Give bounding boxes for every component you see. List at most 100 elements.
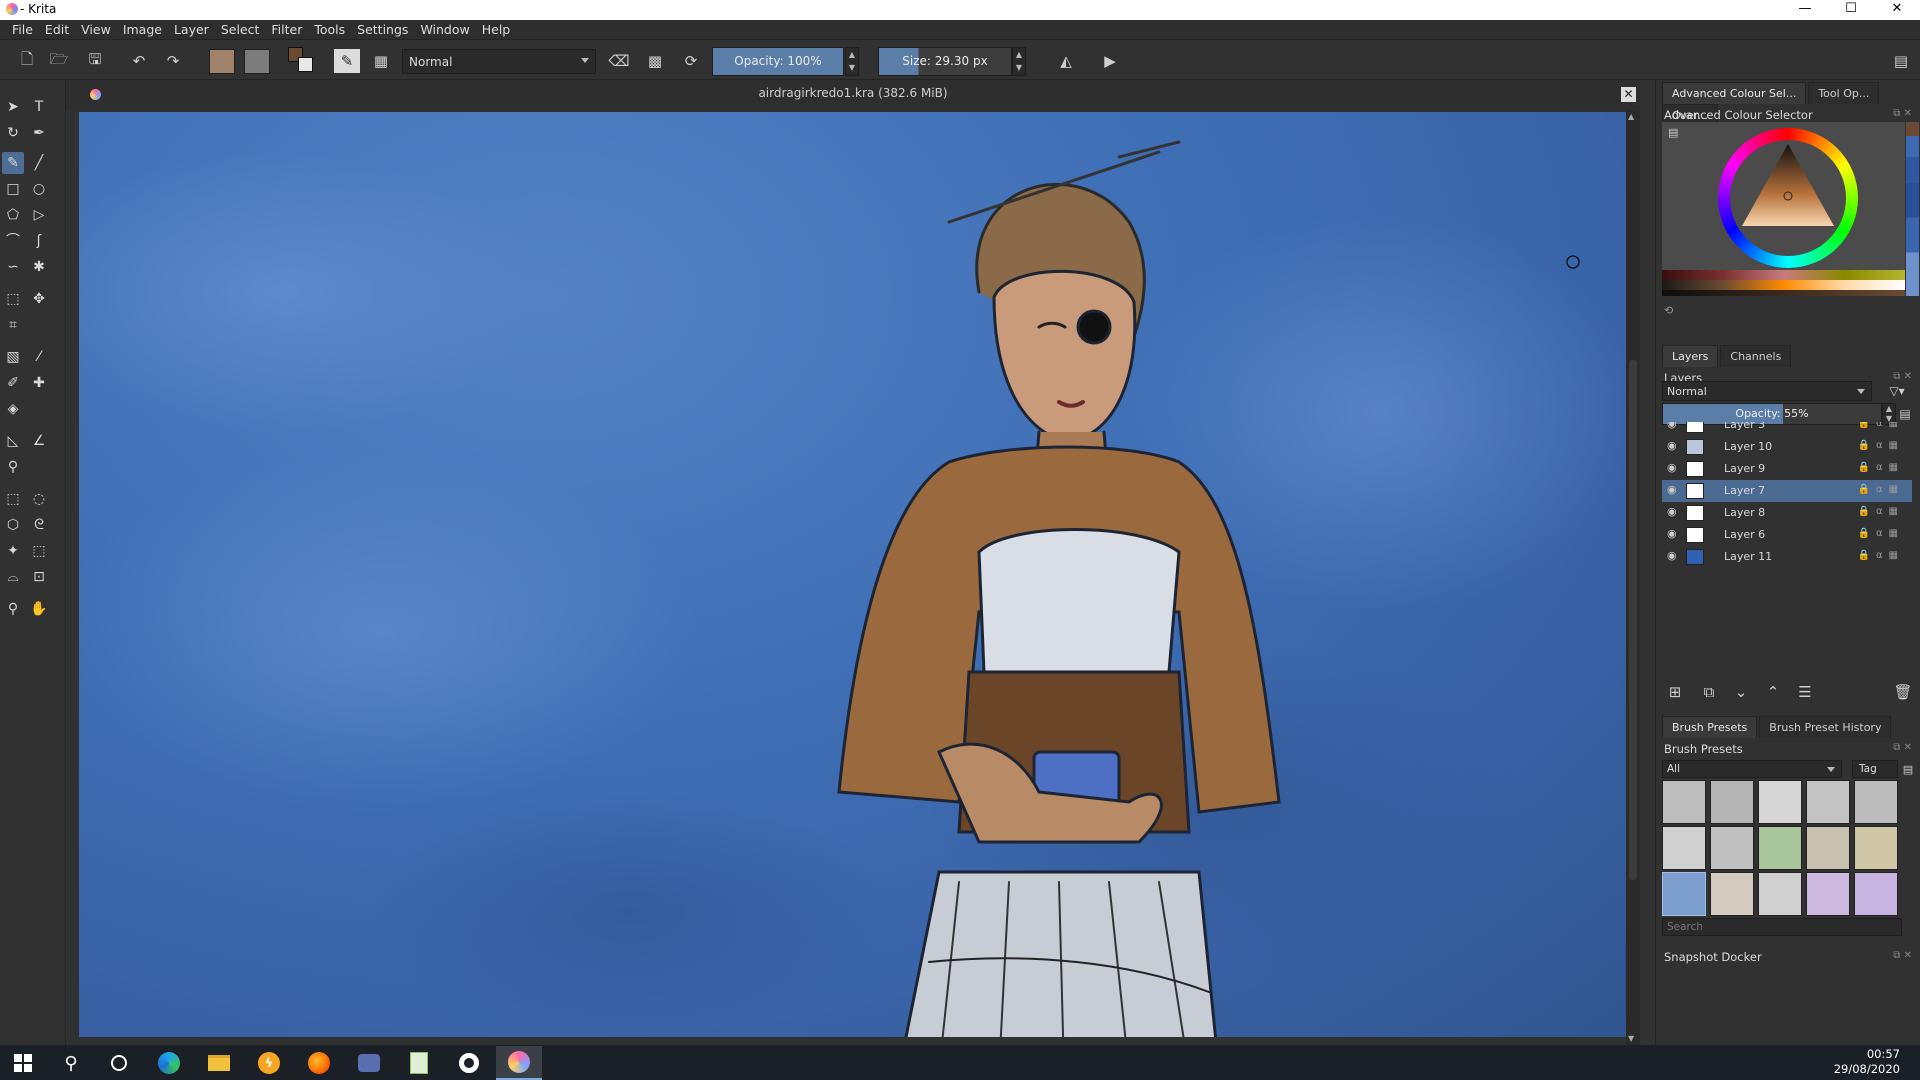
eye-icon[interactable]: ◉ [1667,484,1679,495]
eraser-mode-icon[interactable]: ⌫ [608,49,630,73]
brush-preset[interactable] [1758,872,1802,916]
system-clock[interactable]: 00:57 29/08/2020 [1834,1047,1900,1077]
save-icon[interactable]: 🖫 [84,49,106,73]
freehand-path-tool-icon[interactable]: ʃ [28,230,50,252]
colour-shade-bar[interactable] [1662,280,1905,290]
crop-tool-icon[interactable]: ⌗ [2,314,24,336]
layer-row[interactable]: ◉ Layer 11 🔒α▦ [1662,546,1912,568]
brush-preset[interactable] [1662,780,1706,824]
colour-patches-bar[interactable] [1662,290,1905,296]
bezier-select-tool-icon[interactable]: ⌓ [2,566,24,588]
layer-row[interactable]: ◉ Layer 3 🔒α▦ [1662,422,1912,436]
recent-colours-strip[interactable] [1906,122,1919,296]
docker-float-close-icon[interactable]: ⧉ ✕ [1888,742,1912,754]
edge-browser-icon[interactable] [146,1046,192,1080]
tab-channels[interactable]: Channels [1720,345,1792,367]
tab-layers[interactable]: Layers [1662,345,1719,367]
tab-tool-options[interactable]: Tool Op... [1808,82,1880,104]
brush-filter-select[interactable]: All [1662,760,1842,778]
layer-row-selected[interactable]: ◉ Layer 7 🔒α▦ [1662,480,1912,502]
tab-brush-presets[interactable]: Brush Presets [1662,716,1758,738]
layer-filter-icon[interactable]: ▽▾ [1882,381,1912,401]
fg-bg-color-selector[interactable] [288,47,314,74]
brush-preset-icon[interactable]: ✎ [334,49,360,73]
layer-lock-alpha-icons[interactable]: 🔒α▦ [1858,528,1905,539]
pattern-preset-icon[interactable] [244,49,270,74]
brush-editor-grid-icon[interactable]: ▦ [370,49,392,73]
start-button[interactable] [0,1046,46,1080]
layer-lock-alpha-icons[interactable]: 🔒α▦ [1858,506,1905,517]
advanced-colour-selector[interactable]: ▤ [1662,122,1905,296]
layer-lock-alpha-icons[interactable]: 🔒α▦ [1858,422,1905,429]
menu-image[interactable]: Image [117,20,168,37]
menu-layer[interactable]: Layer [168,20,215,37]
menu-filter[interactable]: Filter [265,20,308,37]
reference-tool-icon[interactable]: ⚲ [2,456,24,478]
undo-icon[interactable]: ↶ [128,49,150,73]
polyline-tool-icon[interactable]: ▷ [28,204,50,226]
eye-icon[interactable]: ◉ [1667,422,1679,429]
brush-preset[interactable] [1758,826,1802,870]
move-layer-up-icon[interactable]: ⌃ [1762,680,1784,704]
brush-preset[interactable] [1806,872,1850,916]
polygon-select-tool-icon[interactable]: ⬡ [2,514,24,536]
brush-preset-selected[interactable] [1662,872,1706,916]
eye-icon[interactable]: ◉ [1667,506,1679,517]
brush-search-input[interactable] [1662,918,1902,936]
brush-preset[interactable] [1854,872,1898,916]
line-tool-icon[interactable]: ╱ [28,152,50,174]
assistant-tool-icon[interactable]: ◺ [2,430,24,452]
mirror-vertical-icon[interactable]: ▶ [1098,49,1122,73]
eye-icon[interactable]: ◉ [1667,462,1679,473]
layer-lock-alpha-icons[interactable]: 🔒α▦ [1858,484,1905,495]
workspace-icon[interactable]: ▤ [1890,49,1912,73]
layer-lock-alpha-icons[interactable]: 🔒α▦ [1858,550,1905,561]
chat-app-icon[interactable] [346,1046,392,1080]
magnetic-select-tool-icon[interactable]: ⊡ [28,566,50,588]
text-tool-icon[interactable]: T [28,96,50,118]
edit-shapes-tool-icon[interactable]: ↻ [2,122,24,144]
transform-tool-icon[interactable]: ⬚ [2,288,24,310]
similar-select-tool-icon[interactable]: ⬚ [28,540,50,562]
eye-icon[interactable]: ◉ [1667,528,1679,539]
polygon-tool-icon[interactable]: ⬠ [2,204,24,226]
tab-advanced-colour-selector[interactable]: Advanced Colour Sel... [1662,82,1807,104]
brush-preset[interactable] [1710,872,1754,916]
brush-preset[interactable] [1854,826,1898,870]
scrollbar-thumb[interactable] [1629,360,1637,880]
open-folder-icon[interactable]: 🗁 [48,49,70,73]
brush-preset[interactable] [1806,826,1850,870]
layer-blend-mode-select[interactable]: Normal [1662,381,1872,401]
freehand-brush-tool-icon[interactable]: ✎ [2,152,24,174]
brush-view-icon[interactable]: ▤ [1900,760,1916,778]
minimize-button[interactable]: — [1782,0,1828,20]
rect-select-tool-icon[interactable]: ⬚ [2,488,24,510]
smart-patch-tool-icon[interactable]: ✚ [28,372,50,394]
zoom-tool-icon[interactable]: ⚲ [2,598,24,620]
firefox-icon[interactable] [296,1046,342,1080]
menu-tools[interactable]: Tools [308,20,351,37]
krita-taskbar-icon[interactable] [496,1046,542,1080]
brush-preset[interactable] [1854,780,1898,824]
duplicate-layer-icon[interactable]: ⧉ [1698,680,1720,704]
rectangle-tool-icon[interactable]: □ [2,178,24,200]
eye-icon[interactable]: ◉ [1667,550,1679,561]
saturation-value-triangle[interactable] [1718,128,1858,268]
blend-mode-select[interactable]: Normal [402,49,596,74]
layer-lock-alpha-icons[interactable]: 🔒α▦ [1858,440,1905,451]
reload-preset-icon[interactable]: ⟳ [680,49,702,73]
brush-preset[interactable] [1806,780,1850,824]
cortana-icon[interactable] [96,1046,142,1080]
app-orange-icon[interactable]: ϟ [246,1046,292,1080]
redo-icon[interactable]: ↷ [162,49,184,73]
freehand-select-tool-icon[interactable]: ᘓ [28,514,50,536]
layer-row[interactable]: ◉ Layer 9 🔒α▦ [1662,458,1912,480]
color-picker-tool-icon[interactable]: ⁄ [28,346,50,368]
ellipse-tool-icon[interactable]: ○ [28,178,50,200]
gradient-preset-icon[interactable] [209,49,235,74]
menu-view[interactable]: View [75,20,117,37]
maximize-button[interactable]: ☐ [1828,0,1874,20]
selector-settings-icon[interactable]: ▤ [1668,126,1678,139]
move-layer-down-icon[interactable]: ⌄ [1730,680,1752,704]
settings-app-icon[interactable] [446,1046,492,1080]
